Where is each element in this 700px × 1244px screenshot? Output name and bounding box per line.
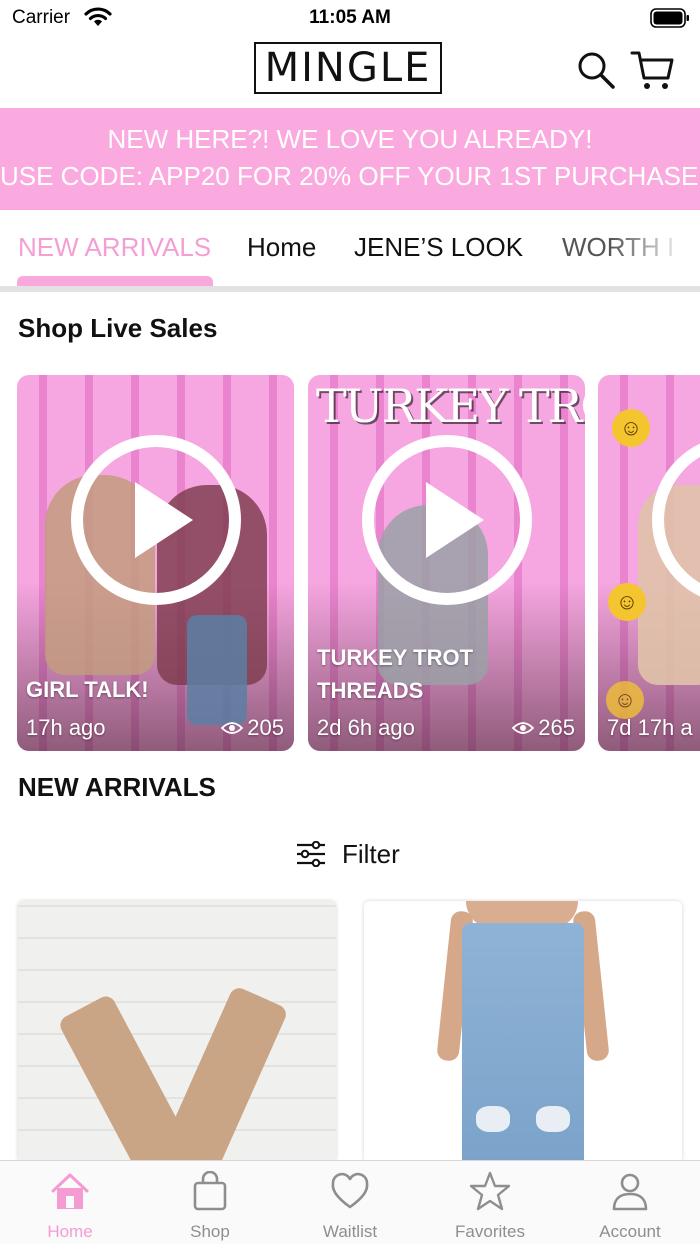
live-card-views: 265 [512,715,575,741]
category-tabs: NEW ARRIVALS Home JENE’S LOOK WORTH I [0,210,700,286]
tab-account[interactable]: Account [560,1161,700,1244]
product-card[interactable] [18,901,336,1163]
promo-banner[interactable]: NEW HERE?! WE LOVE YOU ALREADY! USE CODE… [0,108,700,210]
live-sales-title: Shop Live Sales [18,313,218,343]
mingle-logo[interactable]: MINGLE [254,42,442,94]
bag-icon [193,1171,227,1211]
filter-label: Filter [342,838,400,869]
tab-label: Shop [190,1222,230,1241]
play-icon [426,482,484,558]
shopper-figure [187,615,247,725]
product-card[interactable] [364,901,682,1163]
person-icon [612,1173,648,1211]
play-button[interactable] [71,435,241,605]
heart-icon [331,1172,369,1209]
live-card[interactable]: GIRL TALK! 17h ago 205 [17,375,294,751]
new-arrivals-title: NEW ARRIVALS [18,772,216,802]
live-card-title-line-2: THREADS [317,678,424,703]
home-icon [51,1173,89,1209]
status-bar: Carrier 11:05 AM [0,0,700,36]
tab-label: Home [47,1222,93,1241]
play-icon [135,482,193,558]
tab-label: Favorites [455,1222,525,1241]
promo-line-1: NEW HERE?! WE LOVE YOU ALREADY! [107,124,593,154]
active-tab-indicator [17,276,213,286]
live-card-title: TURKEY TROT [317,645,474,670]
tab-label: Account [599,1222,661,1241]
live-card[interactable]: ☺ ☺ ☺ 7d 17h a [598,375,700,751]
tab-fade-overlay [610,220,700,270]
views-count: 265 [538,715,575,740]
promo-line-2: USE CODE: APP20 FOR 20% OFF YOUR 1ST PUR… [0,161,700,191]
smiley-sticker: ☺ [606,681,644,719]
smiley-sticker: ☺ [612,409,650,447]
live-card-time: 7d 17h a [607,715,693,740]
eye-icon [221,722,244,734]
live-card[interactable]: TURKEY TROT TURKEY TROT THREADS 2d 6h ag… [308,375,585,751]
live-card-time: 2d 6h ago [317,715,415,740]
tab-favorites[interactable]: Favorites [420,1161,560,1244]
jeans-rip [536,1106,570,1132]
tab-home[interactable]: Home [247,232,316,263]
views-count: 205 [247,715,284,740]
smiley-sticker: ☺ [608,583,646,621]
battery-icon [650,8,689,28]
search-icon[interactable] [576,50,616,90]
video-overlay-title: TURKEY TROT [316,379,585,433]
live-card-title: GIRL TALK! [26,677,149,702]
jeans-rip [476,1106,510,1132]
section-divider [0,286,700,292]
tab-label: Waitlist [322,1222,378,1241]
tab-home-nav[interactable]: Home [0,1161,140,1244]
filter-button[interactable]: Filter [296,836,400,872]
tab-shop[interactable]: Shop [140,1161,280,1244]
live-card-views: 205 [221,715,284,741]
clock-label: 11:05 AM [309,7,391,28]
tab-new-arrivals[interactable]: NEW ARRIVALS [18,232,211,263]
tab-jenes-look[interactable]: JENE’S LOOK [354,232,523,263]
tab-waitlist[interactable]: Waitlist [280,1161,420,1244]
star-icon [470,1171,510,1211]
cart-icon[interactable] [630,48,674,92]
live-card-time: 17h ago [26,715,106,740]
bottom-tab-bar: Home Shop Waitlist Favorites Account [0,1160,700,1244]
app-header: MINGLE [0,36,700,108]
sliders-icon [297,841,325,867]
play-button[interactable] [362,435,532,605]
eye-icon [512,722,535,734]
